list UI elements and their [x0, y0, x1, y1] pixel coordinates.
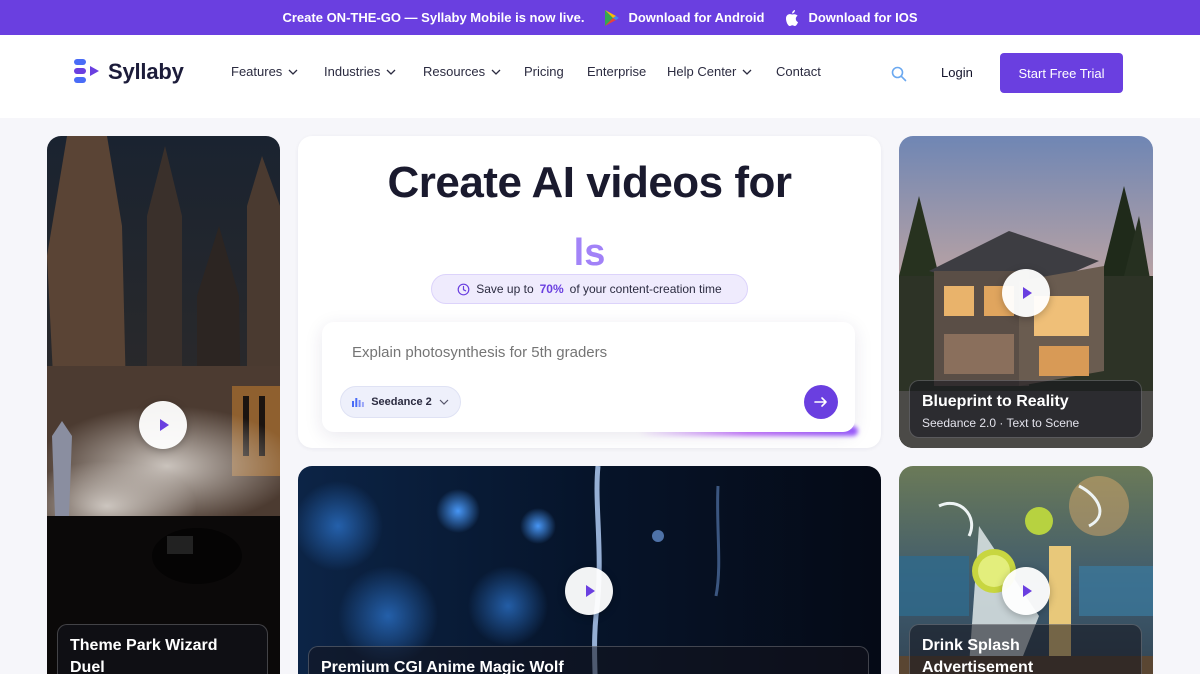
- chevron-down-icon: [288, 69, 298, 75]
- hero-card: Create AI videos for ls Save up to 70% o…: [298, 136, 881, 448]
- download-ios-label: Download for IOS: [808, 10, 918, 25]
- prompt-box: Seedance 2: [322, 322, 855, 432]
- nav-pricing-label: Pricing: [524, 64, 564, 79]
- video-card-blueprint[interactable]: Blueprint to Reality Seedance 2.0 · Text…: [899, 136, 1153, 448]
- start-free-trial-button[interactable]: Start Free Trial: [1000, 53, 1123, 93]
- play-icon: [1023, 585, 1032, 597]
- video-title: Drink Splash Advertisement: [922, 637, 1034, 674]
- play-button[interactable]: [139, 401, 187, 449]
- clock-icon: [457, 283, 470, 295]
- nav-enterprise[interactable]: Enterprise: [587, 64, 646, 79]
- announcement-text: Create ON-THE-GO — Syllaby Mobile is now…: [282, 10, 585, 25]
- video-title: Premium CGI Anime Magic Wolf: [321, 659, 564, 674]
- brand-name: Syllaby: [108, 59, 184, 84]
- site-header: Syllaby Features Industries Resources Pr…: [0, 35, 1200, 118]
- nav-resources[interactable]: Resources: [423, 64, 501, 79]
- savings-badge: Save up to 70% of your content-creation …: [431, 274, 748, 304]
- nav-industries[interactable]: Industries: [324, 64, 396, 79]
- syllaby-logo-icon: [74, 59, 99, 83]
- nav-pricing[interactable]: Pricing: [524, 64, 564, 79]
- video-caption: Theme Park Wizard Duel: [57, 624, 268, 674]
- apple-icon: [786, 9, 799, 26]
- nav-contact[interactable]: Contact: [776, 64, 821, 79]
- play-icon: [1023, 287, 1032, 299]
- chevron-down-icon: [439, 399, 449, 405]
- model-selector-label: Seedance 2: [371, 396, 432, 408]
- savings-suffix: of your content-creation time: [569, 282, 722, 296]
- google-play-icon: [605, 9, 620, 26]
- brand-logo[interactable]: Syllaby: [72, 57, 184, 87]
- search-icon[interactable]: [890, 65, 908, 83]
- hero-rotating-word: ls: [298, 232, 881, 275]
- video-title: Theme Park Wizard Duel: [70, 637, 218, 674]
- nav-enterprise-label: Enterprise: [587, 64, 647, 79]
- video-card-anime-wolf[interactable]: Premium CGI Anime Magic Wolf: [298, 466, 881, 674]
- video-card-theme-park[interactable]: Theme Park Wizard Duel: [47, 136, 280, 674]
- play-button[interactable]: [565, 567, 613, 615]
- play-button[interactable]: [1002, 567, 1050, 615]
- play-icon: [160, 419, 169, 431]
- download-android-label: Download for Android: [628, 10, 765, 25]
- video-subtitle: Seedance 2.0 · Text to Scene: [922, 416, 1080, 430]
- play-button[interactable]: [1002, 269, 1050, 317]
- video-caption: Drink Splash Advertisement: [909, 624, 1142, 674]
- savings-prefix: Save up to: [476, 282, 534, 296]
- chevron-down-icon: [742, 69, 752, 75]
- video-card-drink-splash[interactable]: Drink Splash Advertisement: [899, 466, 1153, 674]
- login-link[interactable]: Login: [941, 65, 973, 80]
- model-selector[interactable]: Seedance 2: [340, 386, 461, 418]
- prompt-input[interactable]: [352, 344, 822, 361]
- announcement-bar: Create ON-THE-GO — Syllaby Mobile is now…: [0, 0, 1200, 35]
- nav-resources-label: Resources: [423, 64, 486, 79]
- hero-title: Create AI videos for: [387, 158, 792, 207]
- chevron-down-icon: [386, 69, 396, 75]
- nav-contact-label: Contact: [776, 64, 821, 79]
- video-title: Blueprint to Reality: [922, 393, 1069, 410]
- video-caption: Premium CGI Anime Magic Wolf: [308, 646, 869, 674]
- play-icon: [586, 585, 595, 597]
- nav-features-label: Features: [231, 64, 283, 79]
- download-android-link[interactable]: Download for Android: [604, 9, 764, 27]
- download-ios-link[interactable]: Download for IOS: [784, 9, 918, 27]
- audio-bars-icon: [352, 398, 365, 407]
- chevron-down-icon: [491, 69, 501, 75]
- nav-features[interactable]: Features: [231, 64, 298, 79]
- nav-help-center-label: Help Center: [667, 64, 737, 79]
- arrow-right-icon: [814, 397, 827, 407]
- nav-help-center[interactable]: Help Center: [667, 64, 752, 79]
- nav-industries-label: Industries: [324, 64, 381, 79]
- video-caption: Blueprint to Reality Seedance 2.0 · Text…: [909, 380, 1142, 438]
- savings-percent: 70%: [539, 282, 564, 296]
- send-button[interactable]: [804, 385, 838, 419]
